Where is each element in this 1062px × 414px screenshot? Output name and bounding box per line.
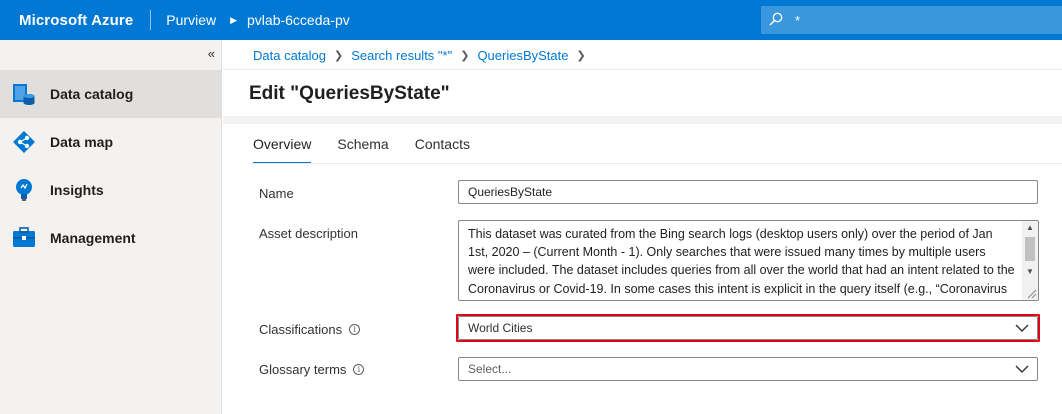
info-icon[interactable]: i [349, 324, 361, 335]
description-text: This dataset was curated from the Bing s… [468, 227, 1015, 300]
sidebar-item-label: Management [50, 230, 136, 246]
resize-handle-icon[interactable] [1025, 287, 1037, 299]
description-label: Asset description [259, 226, 358, 241]
glossary-dropdown[interactable]: Select... [458, 357, 1038, 381]
sidebar-item-label: Data map [50, 134, 114, 150]
instance-name[interactable]: pvlab-6cceda-pv [247, 12, 350, 28]
tab-bar: Overview Schema Contacts [253, 136, 496, 164]
name-label: Name [259, 186, 294, 201]
info-icon[interactable]: i [353, 364, 365, 375]
top-bar: Microsoft Azure Purview ▶ pvlab-6cceda-p… [0, 0, 1062, 40]
chevron-right-icon: ❯ [460, 50, 470, 62]
service-link[interactable]: Purview [166, 12, 216, 28]
scroll-down-icon[interactable]: ▼ [1022, 265, 1038, 279]
glossary-label-text: Glossary terms [259, 362, 347, 377]
sidebar-item-management[interactable]: Management [0, 214, 222, 262]
highlight-box [456, 314, 1040, 342]
brand-title[interactable]: Microsoft Azure [0, 12, 133, 29]
classifications-label: Classifications i [259, 322, 361, 337]
scroll-thumb[interactable] [1025, 237, 1035, 261]
name-label-text: Name [259, 186, 294, 201]
sidebar: « Data catalog Data map Insights Managem… [0, 40, 222, 414]
chevron-right-icon: ❯ [334, 50, 344, 62]
caret-right-icon: ▶ [230, 14, 238, 25]
sidebar-item-data-catalog[interactable]: Data catalog [0, 70, 222, 118]
tab-schema[interactable]: Schema [337, 136, 388, 160]
insights-icon [12, 178, 36, 202]
description-label-text: Asset description [259, 226, 358, 241]
search-value: * [795, 12, 801, 28]
collapse-sidebar-icon[interactable]: « [208, 46, 215, 61]
page-title: Edit "QueriesByState" [249, 83, 450, 104]
divider [249, 163, 1062, 164]
glossary-placeholder: Select... [468, 362, 512, 376]
tab-contacts[interactable]: Contacts [415, 136, 470, 160]
divider [223, 116, 1062, 124]
sidebar-item-label: Insights [50, 182, 104, 198]
data-catalog-icon [12, 82, 36, 106]
chevron-right-icon: ❯ [576, 50, 586, 62]
search-icon [767, 6, 791, 34]
glossary-label: Glossary terms i [259, 362, 365, 377]
description-textarea[interactable]: This dataset was curated from the Bing s… [458, 220, 1039, 301]
name-input[interactable]: QueriesByState [458, 180, 1038, 204]
breadcrumb: Data catalog ❯ Search results "*" ❯ Quer… [253, 48, 594, 63]
main-content: Data catalog ❯ Search results "*" ❯ Quer… [223, 40, 1062, 414]
sidebar-item-data-map[interactable]: Data map [0, 118, 222, 166]
data-map-icon [12, 130, 36, 154]
scroll-up-icon[interactable]: ▲ [1022, 221, 1038, 235]
chevron-down-icon [1015, 365, 1029, 373]
classifications-label-text: Classifications [259, 322, 343, 337]
management-icon [12, 226, 36, 250]
sidebar-item-label: Data catalog [50, 86, 134, 102]
divider [150, 10, 152, 30]
sidebar-item-insights[interactable]: Insights [0, 166, 222, 214]
breadcrumb-search-results[interactable]: Search results "*" [351, 48, 452, 63]
breadcrumb-queries-by-state[interactable]: QueriesByState [477, 48, 568, 63]
global-search-input[interactable]: * [761, 6, 1062, 34]
divider [223, 69, 1062, 70]
tab-overview[interactable]: Overview [253, 136, 312, 164]
breadcrumb-data-catalog[interactable]: Data catalog [253, 48, 326, 63]
